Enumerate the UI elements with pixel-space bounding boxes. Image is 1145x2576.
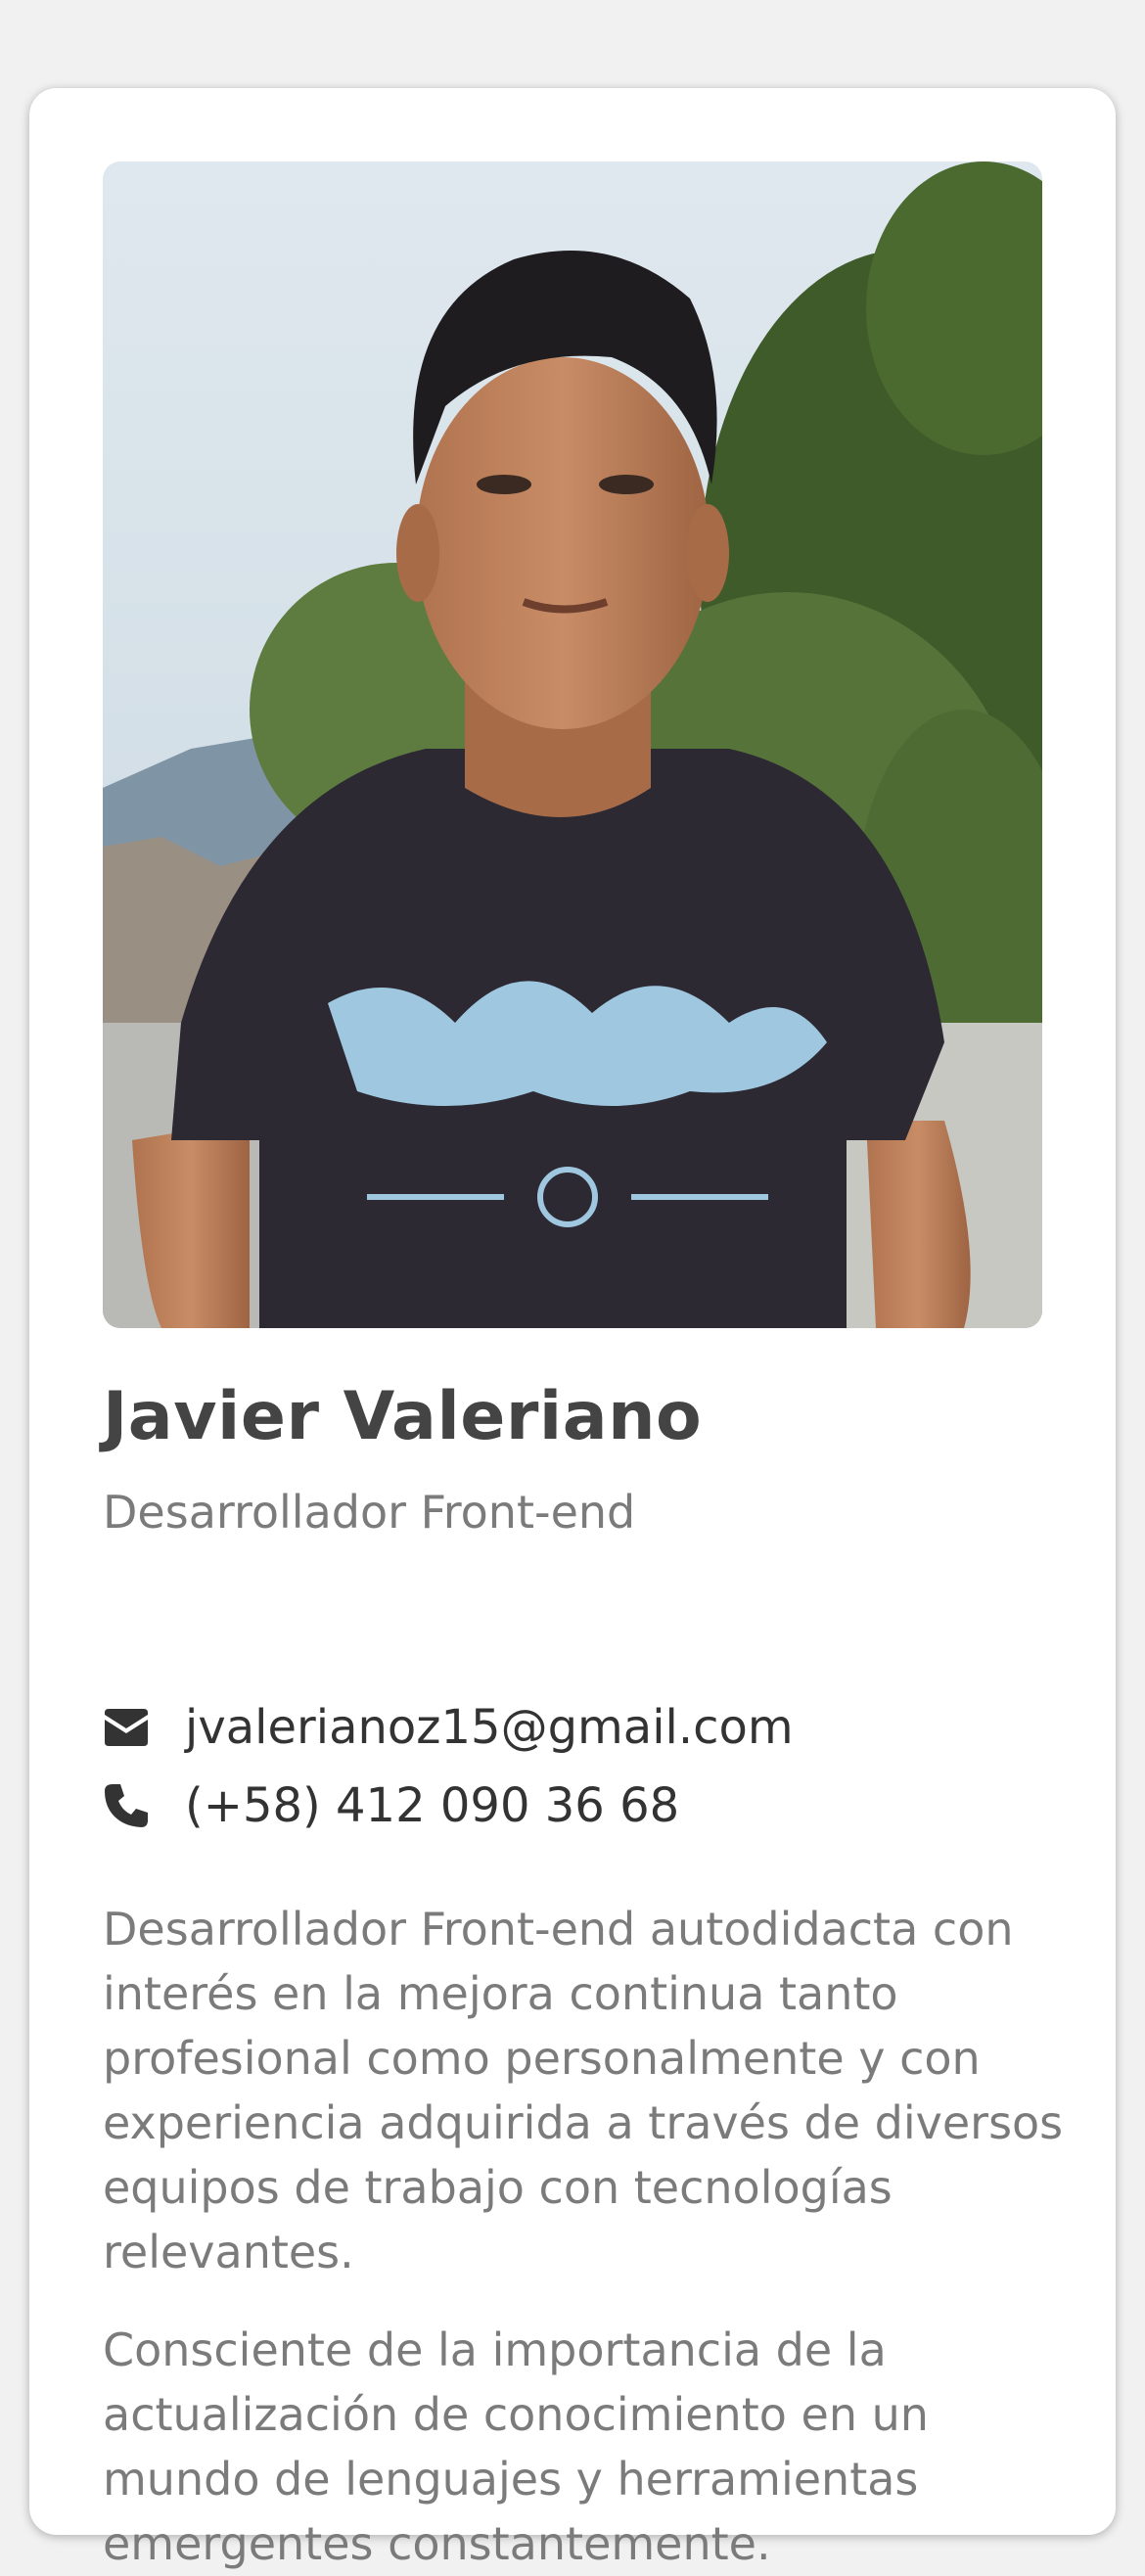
phone-contact[interactable]: (+58) 412 090 36 68 [103,1776,679,1835]
bio-paragraph-1: Desarrollador Front-end autodidacta con … [103,1903,1064,2278]
phone-icon [103,1781,152,1830]
phone-link[interactable]: (+58) 412 090 36 68 [185,1778,679,1833]
profile-photo-illustration [103,161,1042,1328]
bio-paragraph-2: Consciente de la importancia de la actua… [103,2323,929,2570]
envelope-icon [103,1703,152,1752]
profile-role: Desarrollador Front-end [103,1486,636,1539]
profile-photo [103,161,1042,1328]
profile-name: Javier Valeriano [103,1378,703,1455]
profile-card: Javier Valeriano Desarrollador Front-end… [29,88,1116,2570]
email-contact[interactable]: jvalerianoz15@gmail.com [103,1698,794,1757]
email-link[interactable]: jvalerianoz15@gmail.com [185,1700,794,1755]
